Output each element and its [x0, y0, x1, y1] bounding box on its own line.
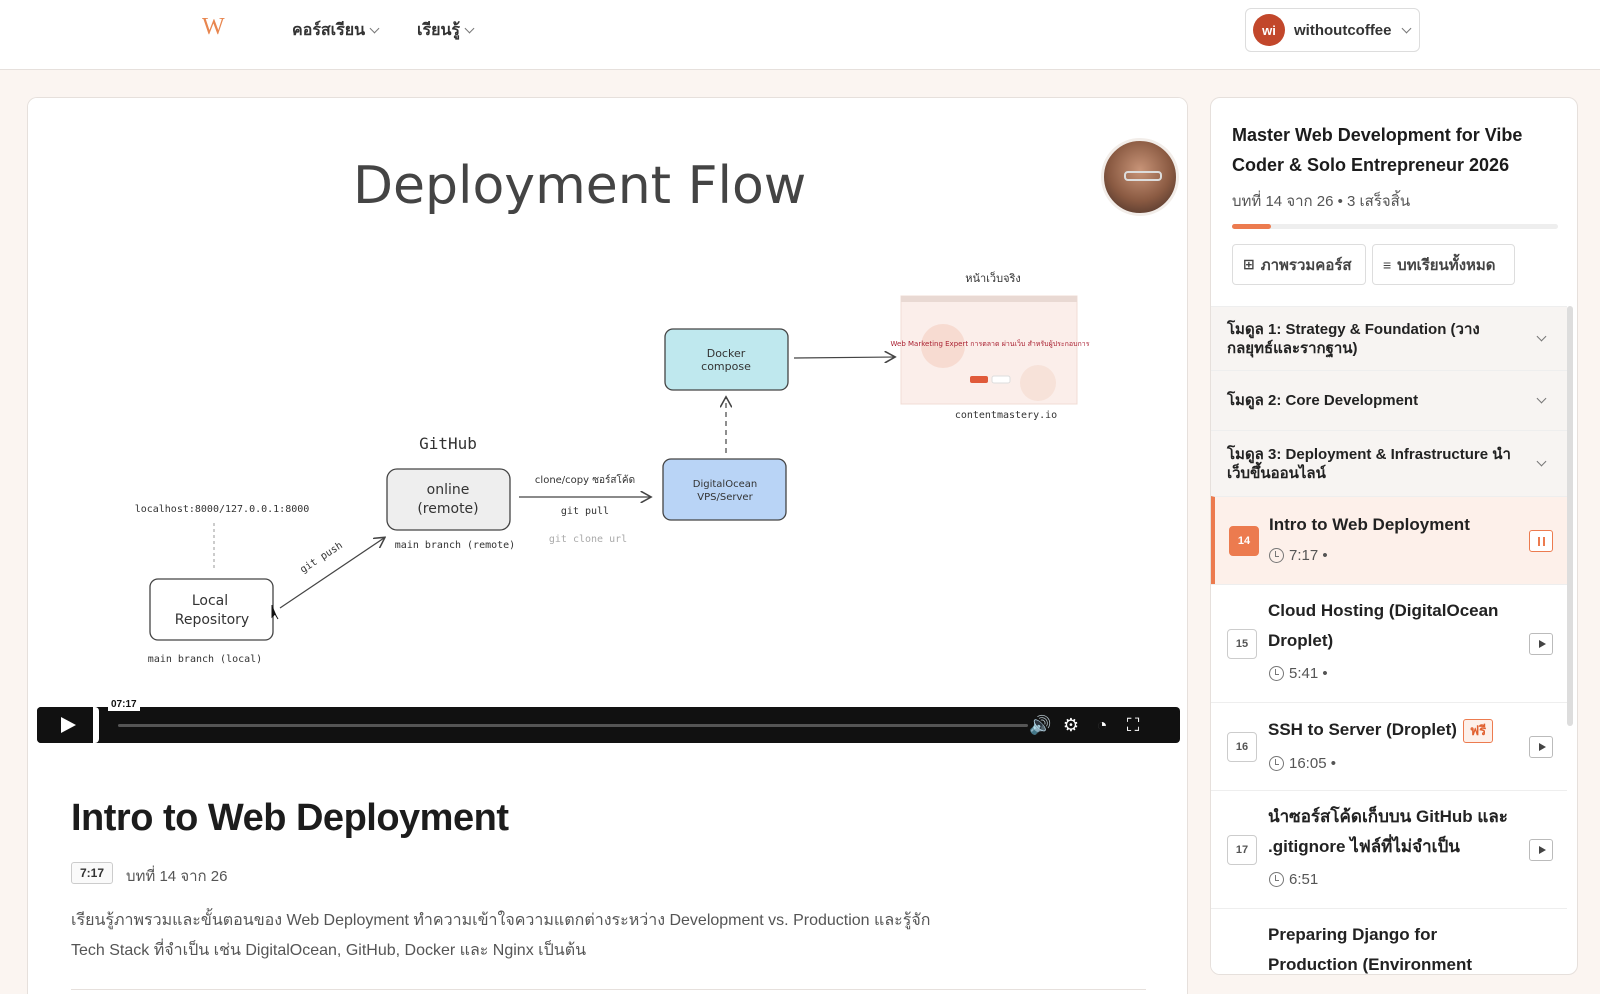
- lesson-position: บทที่ 14 จาก 26: [126, 868, 228, 885]
- lesson-item-duration: 5:41 •: [1269, 665, 1328, 682]
- video-progress-bar[interactable]: [118, 724, 1028, 727]
- remote-label-2: (remote): [417, 501, 478, 517]
- course-overview-button[interactable]: ⊞ ภาพรวมคอร์ส: [1232, 244, 1366, 285]
- user-menu-button[interactable]: wi withoutcoffee: [1245, 8, 1420, 52]
- local-label-2: Repository: [175, 612, 249, 628]
- push-label: git push: [298, 540, 344, 575]
- nav-learn-menu[interactable]: เรียนรู้: [417, 18, 475, 43]
- nav-courses-menu[interactable]: คอร์สเรียน: [292, 18, 380, 43]
- play-lesson-button[interactable]: [1529, 736, 1553, 758]
- localhost-label: localhost:8000/127.0.0.1:8000: [135, 504, 310, 515]
- lesson-item-duration: 16:05 •: [1269, 755, 1336, 772]
- chevron-down-icon: [369, 23, 380, 34]
- play-button[interactable]: [37, 707, 99, 743]
- course-title: Master Web Development for Vibe Coder & …: [1232, 125, 1523, 175]
- play-icon: [1538, 640, 1546, 648]
- course-progress-text: บทที่ 14 จาก 26 • 3 เสร็จสิ้น: [1232, 193, 1411, 210]
- volume-icon[interactable]: 🔊: [1029, 714, 1051, 736]
- docker-label-2: compose: [701, 360, 751, 373]
- lesson-item-14[interactable]: 14 Intro to Web Deployment 7:17 •: [1211, 496, 1567, 584]
- video-time-tooltip: 07:17: [108, 698, 140, 711]
- clock-icon: [1269, 548, 1284, 563]
- avatar: wi: [1253, 14, 1285, 46]
- site-domain-label: contentmastery.io: [955, 410, 1057, 421]
- chevron-down-icon: [1536, 331, 1547, 341]
- module-3-header[interactable]: โมดูล 3: Deployment & Infrastructure นำเ…: [1211, 430, 1567, 496]
- deployment-flow-diagram: หน้าเว็บจริง Web Marketing Expert การตลา…: [135, 271, 1090, 665]
- chevron-down-icon: [464, 23, 475, 34]
- clock-icon: [1269, 666, 1284, 681]
- play-icon: [1538, 743, 1546, 751]
- play-icon: [61, 717, 76, 733]
- top-navbar: W คอร์สเรียน เรียนรู้ wi withoutcoffee: [0, 0, 1600, 70]
- lesson-item-duration: 6:51: [1269, 871, 1318, 888]
- video-player[interactable]: Deployment Flow หน้าเว็บจริง Web Marketi…: [28, 98, 1187, 752]
- playback-speed-icon[interactable]: ◔: [1091, 714, 1113, 736]
- lesson-number: 17: [1227, 835, 1257, 865]
- lesson-item-title: Intro to Web Deployment: [1269, 515, 1470, 534]
- pull-label: git pull: [561, 506, 609, 517]
- nav-courses-label: คอร์สเรียน: [292, 22, 366, 39]
- sidebar-scrollbar[interactable]: [1567, 306, 1573, 726]
- lesson-item-title: Preparing Django for Production (Environ…: [1268, 925, 1472, 974]
- fullscreen-icon[interactable]: ⛶: [1122, 714, 1144, 736]
- lesson-item-title: Cloud Hosting (DigitalOcean Droplet): [1268, 601, 1499, 650]
- github-remote-box: [386, 468, 511, 531]
- lesson-item-duration: 7:17 •: [1269, 547, 1328, 564]
- list-icon: ≡: [1383, 256, 1392, 273]
- site-logo[interactable]: W: [202, 14, 225, 41]
- clone-url-label: git clone url: [549, 534, 627, 545]
- local-label-1: Local: [192, 593, 228, 609]
- divider: [71, 989, 1146, 990]
- all-lessons-button[interactable]: ≡ บทเรียนทั้งหมด: [1372, 244, 1515, 285]
- lesson-number: 15: [1227, 629, 1257, 659]
- lesson-title: Intro to Web Deployment: [71, 797, 509, 839]
- chevron-down-icon: [1536, 393, 1547, 403]
- lesson-duration-badge: 7:17: [71, 862, 114, 884]
- remote-branch-label: main branch (remote): [395, 540, 515, 551]
- vps-label-2: VPS/Server: [697, 492, 753, 503]
- play-icon: [1538, 846, 1546, 854]
- lesson-item-17[interactable]: 17 นำซอร์สโค้ดเก็บบน GitHub และ .gitigno…: [1211, 790, 1567, 908]
- pause-button[interactable]: [1529, 530, 1553, 552]
- module-1-header[interactable]: โมดูล 1: Strategy & Foundation (วางกลยุท…: [1211, 306, 1567, 370]
- lesson-number: 16: [1227, 732, 1257, 762]
- lesson-item-15[interactable]: 15 Cloud Hosting (DigitalOcean Droplet) …: [1211, 584, 1567, 702]
- user-name: withoutcoffee: [1294, 21, 1392, 39]
- course-sidebar: Master Web Development for Vibe Coder & …: [1210, 97, 1578, 975]
- docker-label-1: Docker: [707, 347, 746, 360]
- lesson-item-18[interactable]: Preparing Django for Production (Environ…: [1211, 908, 1567, 974]
- play-lesson-button[interactable]: [1529, 633, 1553, 655]
- course-progress-fill: [1232, 224, 1272, 229]
- local-repo-box: [149, 578, 274, 641]
- course-progress-bar: [1232, 224, 1558, 229]
- vps-label-1: DigitalOcean: [693, 479, 757, 490]
- remote-label-1: online: [427, 482, 470, 498]
- module-2-header[interactable]: โมดูล 2: Core Development: [1211, 370, 1567, 430]
- lesson-item-16[interactable]: 16 SSH to Server (Droplet) ฟรี 16:05 •: [1211, 702, 1567, 790]
- free-badge: ฟรี: [1462, 718, 1494, 743]
- chevron-down-icon: [1401, 23, 1411, 33]
- live-site-label: หน้าเว็บจริง: [965, 271, 1021, 285]
- play-lesson-button[interactable]: [1529, 839, 1553, 861]
- chevron-down-icon: [1536, 456, 1547, 466]
- pause-icon: [1537, 536, 1545, 546]
- lesson-description: เรียนรู้ภาพรวมและขั้นตอนของ Web Deployme…: [71, 912, 931, 959]
- clock-icon: [1269, 872, 1284, 887]
- nav-learn-label: เรียนรู้: [417, 22, 460, 39]
- clock-icon: [1269, 756, 1284, 771]
- grid-icon: ⊞: [1243, 256, 1255, 272]
- settings-gear-icon[interactable]: ⚙: [1060, 714, 1082, 736]
- local-branch-label: main branch (local): [148, 654, 262, 665]
- lesson-item-title: SSH to Server (Droplet) ฟรี: [1268, 715, 1528, 745]
- lesson-main-panel: Deployment Flow หน้าเว็บจริง Web Marketi…: [27, 97, 1188, 994]
- lesson-number: 14: [1229, 526, 1259, 556]
- clone-label: clone/copy ซอร์สโค้ด: [535, 473, 635, 486]
- lesson-item-title: นำซอร์สโค้ดเก็บบน GitHub และ .gitignore …: [1268, 807, 1508, 856]
- github-label: GitHub: [419, 434, 477, 453]
- site-preview-text: Web Marketing Expert การตลาด ผ่านเว็บ สำ…: [891, 339, 1090, 348]
